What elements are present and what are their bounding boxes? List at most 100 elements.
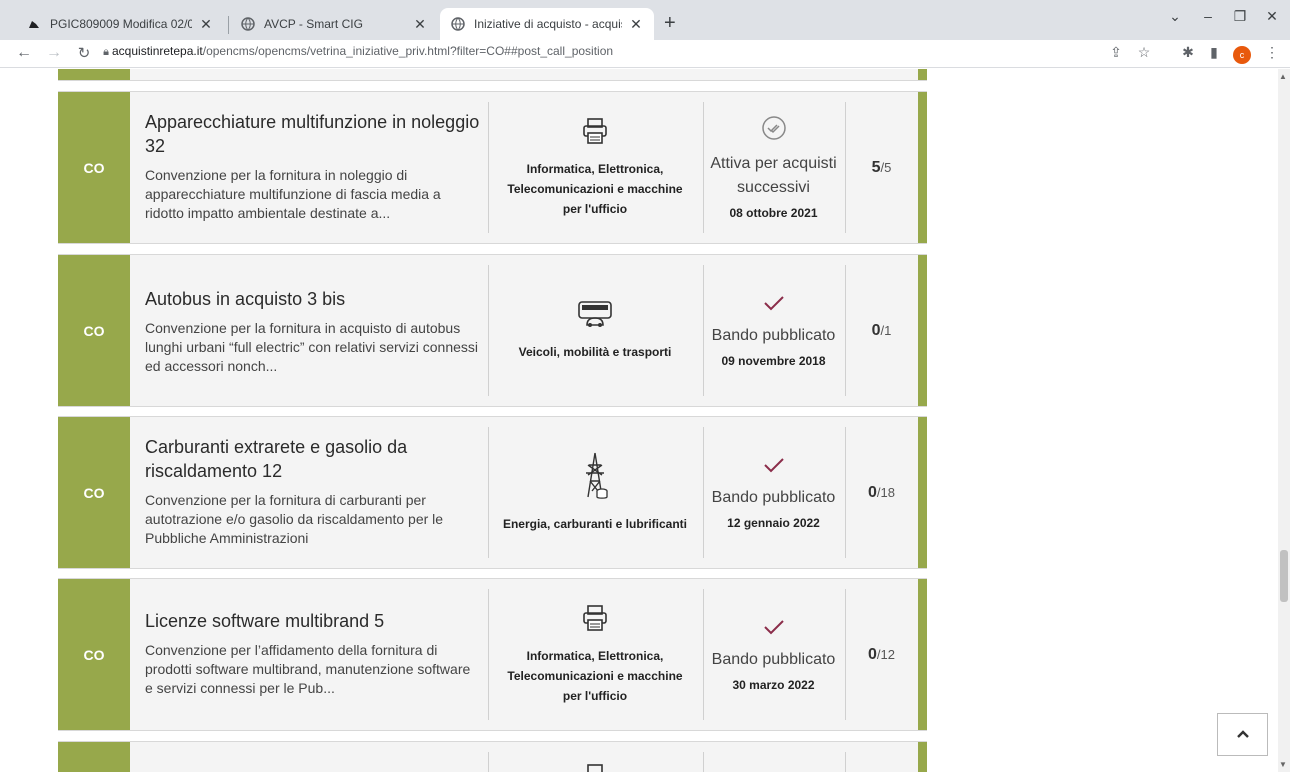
check-icon bbox=[762, 293, 786, 318]
tab-search-icon[interactable]: ⌄ bbox=[1165, 8, 1185, 25]
new-tab-icon[interactable]: + bbox=[664, 13, 676, 33]
initiative-card[interactable]: CO Licenze software multibrand 5 Convenz… bbox=[58, 578, 927, 731]
reload-icon[interactable]: ↻ bbox=[74, 44, 94, 62]
printer-icon bbox=[580, 603, 610, 638]
card-accent-bar bbox=[918, 742, 927, 772]
address-bar[interactable]: acquistinretepa.it/opencms/opencms/vetri… bbox=[112, 44, 613, 58]
globe-icon bbox=[240, 16, 256, 32]
tab-title: Iniziative di acquisto - acquistinretepa bbox=[474, 17, 622, 31]
initiative-card[interactable]: CO Autobus in acquisto 3 bis Convenzione… bbox=[58, 254, 927, 407]
tab-title: PGIC809009 Modifica 02/05/2022 bbox=[50, 17, 192, 31]
initiative-title[interactable]: Autobus in acquisto 3 bis bbox=[145, 287, 480, 311]
status-date: 12 gennaio 2022 bbox=[727, 516, 820, 530]
scroll-down-arrow-icon[interactable]: ▼ bbox=[1279, 760, 1287, 769]
initiative-status: Attiva per acquisti successivi bbox=[710, 155, 837, 196]
back-icon[interactable]: ← bbox=[14, 44, 34, 62]
category-badge: CO bbox=[58, 255, 130, 406]
tab-strip: PGIC809009 Modifica 02/05/2022 ✕ AVCP - … bbox=[0, 0, 1290, 40]
close-tab-icon[interactable]: ✕ bbox=[412, 16, 428, 32]
bus-icon bbox=[575, 299, 615, 334]
initiative-title[interactable]: Apparecchiature multifunzione in noleggi… bbox=[145, 110, 480, 158]
card-accent-bar bbox=[918, 417, 927, 568]
divider bbox=[845, 752, 846, 772]
page-content: CO Apparecchiature multifunzione in nole… bbox=[0, 69, 1278, 772]
initiative-status: Bando pubblicato bbox=[711, 489, 836, 506]
url-path: /opencms/opencms/vetrina_iniziative_priv… bbox=[202, 44, 614, 58]
status-date: 08 ottobre 2021 bbox=[729, 206, 818, 220]
category-badge bbox=[58, 742, 130, 772]
status-date: 09 novembre 2018 bbox=[721, 354, 826, 368]
count-total: /5 bbox=[880, 160, 892, 175]
merchandise-category: Energia, carburanti e lubrificanti bbox=[502, 517, 688, 531]
browser-toolbar: ← → ↻ 🔒︎ acquistinretepa.it/opencms/open… bbox=[0, 40, 1290, 68]
lot-count: 0/18 bbox=[845, 417, 918, 568]
vertical-scrollbar[interactable] bbox=[1278, 69, 1290, 772]
initiative-status: Bando pubblicato bbox=[711, 651, 836, 668]
merchandise-category: Informatica, Elettronica, Telecomunicazi… bbox=[507, 162, 683, 216]
initiative-description: Convenzione per la fornitura in acquisto… bbox=[145, 320, 479, 374]
merchandise-category: Informatica, Elettronica, Telecomunicazi… bbox=[507, 649, 683, 703]
side-panel-icon[interactable]: ▮ bbox=[1204, 44, 1224, 61]
lot-count: 0/12 bbox=[845, 579, 918, 730]
browser-tab-1[interactable]: PGIC809009 Modifica 02/05/2022 ✕ bbox=[16, 8, 224, 40]
card-accent-bar bbox=[918, 69, 927, 80]
initiative-description: Convenzione per l’affidamento della forn… bbox=[145, 642, 471, 696]
count-active: 0 bbox=[871, 321, 881, 339]
category-badge: CO bbox=[58, 417, 130, 568]
share-icon[interactable]: ⇪ bbox=[1106, 44, 1126, 61]
profile-avatar[interactable]: c bbox=[1233, 46, 1251, 64]
browser-tab-2[interactable]: AVCP - Smart CIG ✕ bbox=[230, 8, 438, 40]
initiative-title[interactable]: Licenze software multibrand 5 bbox=[145, 609, 480, 633]
minimize-icon[interactable]: – bbox=[1198, 8, 1218, 24]
count-total: /18 bbox=[876, 485, 895, 500]
close-tab-icon[interactable]: ✕ bbox=[628, 16, 644, 32]
count-active: 0 bbox=[868, 645, 877, 663]
restore-icon[interactable]: ❐ bbox=[1230, 8, 1250, 25]
bookmark-star-icon[interactable]: ☆ bbox=[1134, 44, 1154, 61]
extensions-icon[interactable]: ✱ bbox=[1178, 44, 1198, 61]
back-to-top-button[interactable] bbox=[1217, 713, 1268, 756]
cloud-icon bbox=[26, 16, 42, 32]
merchandise-category: Veicoli, mobilità e trasporti bbox=[518, 345, 672, 359]
initiative-card[interactable]: CO Carburanti extrarete e gasolio da ris… bbox=[58, 416, 927, 569]
category-badge bbox=[58, 69, 130, 80]
divider bbox=[488, 752, 489, 772]
initiative-title[interactable]: Carburanti extrarete e gasolio da riscal… bbox=[145, 435, 480, 483]
status-date: 30 marzo 2022 bbox=[732, 678, 815, 692]
card-accent-bar bbox=[918, 92, 927, 243]
tab-divider bbox=[228, 16, 229, 34]
chevron-up-icon bbox=[1236, 726, 1250, 744]
close-window-icon[interactable]: ✕ bbox=[1262, 8, 1282, 25]
count-total: /12 bbox=[876, 647, 895, 662]
lot-count: 5/5 bbox=[845, 92, 918, 243]
printer-icon bbox=[582, 762, 608, 772]
url-domain: acquistinretepa.it bbox=[112, 44, 203, 58]
double-check-icon bbox=[761, 115, 787, 146]
close-tab-icon[interactable]: ✕ bbox=[198, 16, 214, 32]
card-accent-bar bbox=[918, 579, 927, 730]
printer-icon bbox=[580, 116, 610, 151]
card-accent-bar bbox=[918, 255, 927, 406]
menu-icon[interactable]: ⋮ bbox=[1262, 44, 1282, 61]
count-active: 5 bbox=[871, 158, 881, 176]
category-badge: CO bbox=[58, 579, 130, 730]
browser-tab-3-active[interactable]: Iniziative di acquisto - acquistinretepa… bbox=[440, 8, 654, 40]
check-icon bbox=[762, 455, 786, 480]
tab-title: AVCP - Smart CIG bbox=[264, 17, 363, 31]
initiative-description: Convenzione per la fornitura di carburan… bbox=[145, 492, 444, 546]
forward-icon[interactable]: → bbox=[44, 44, 64, 62]
check-icon bbox=[762, 617, 786, 642]
lot-count: 0/1 bbox=[845, 255, 918, 406]
initiative-description: Convenzione per la fornitura in noleggio… bbox=[145, 167, 441, 221]
globe-icon bbox=[450, 16, 466, 32]
count-total: /1 bbox=[880, 323, 892, 338]
initiative-status: Bando pubblicato bbox=[711, 327, 836, 344]
card-partial-bottom bbox=[58, 741, 927, 772]
card-partial-top bbox=[58, 69, 927, 81]
scrollbar-thumb[interactable] bbox=[1280, 550, 1288, 602]
divider bbox=[703, 752, 704, 772]
count-active: 0 bbox=[868, 483, 877, 501]
category-badge: CO bbox=[58, 92, 130, 243]
initiative-card[interactable]: CO Apparecchiature multifunzione in nole… bbox=[58, 91, 927, 244]
scroll-up-arrow-icon[interactable]: ▲ bbox=[1279, 72, 1287, 81]
